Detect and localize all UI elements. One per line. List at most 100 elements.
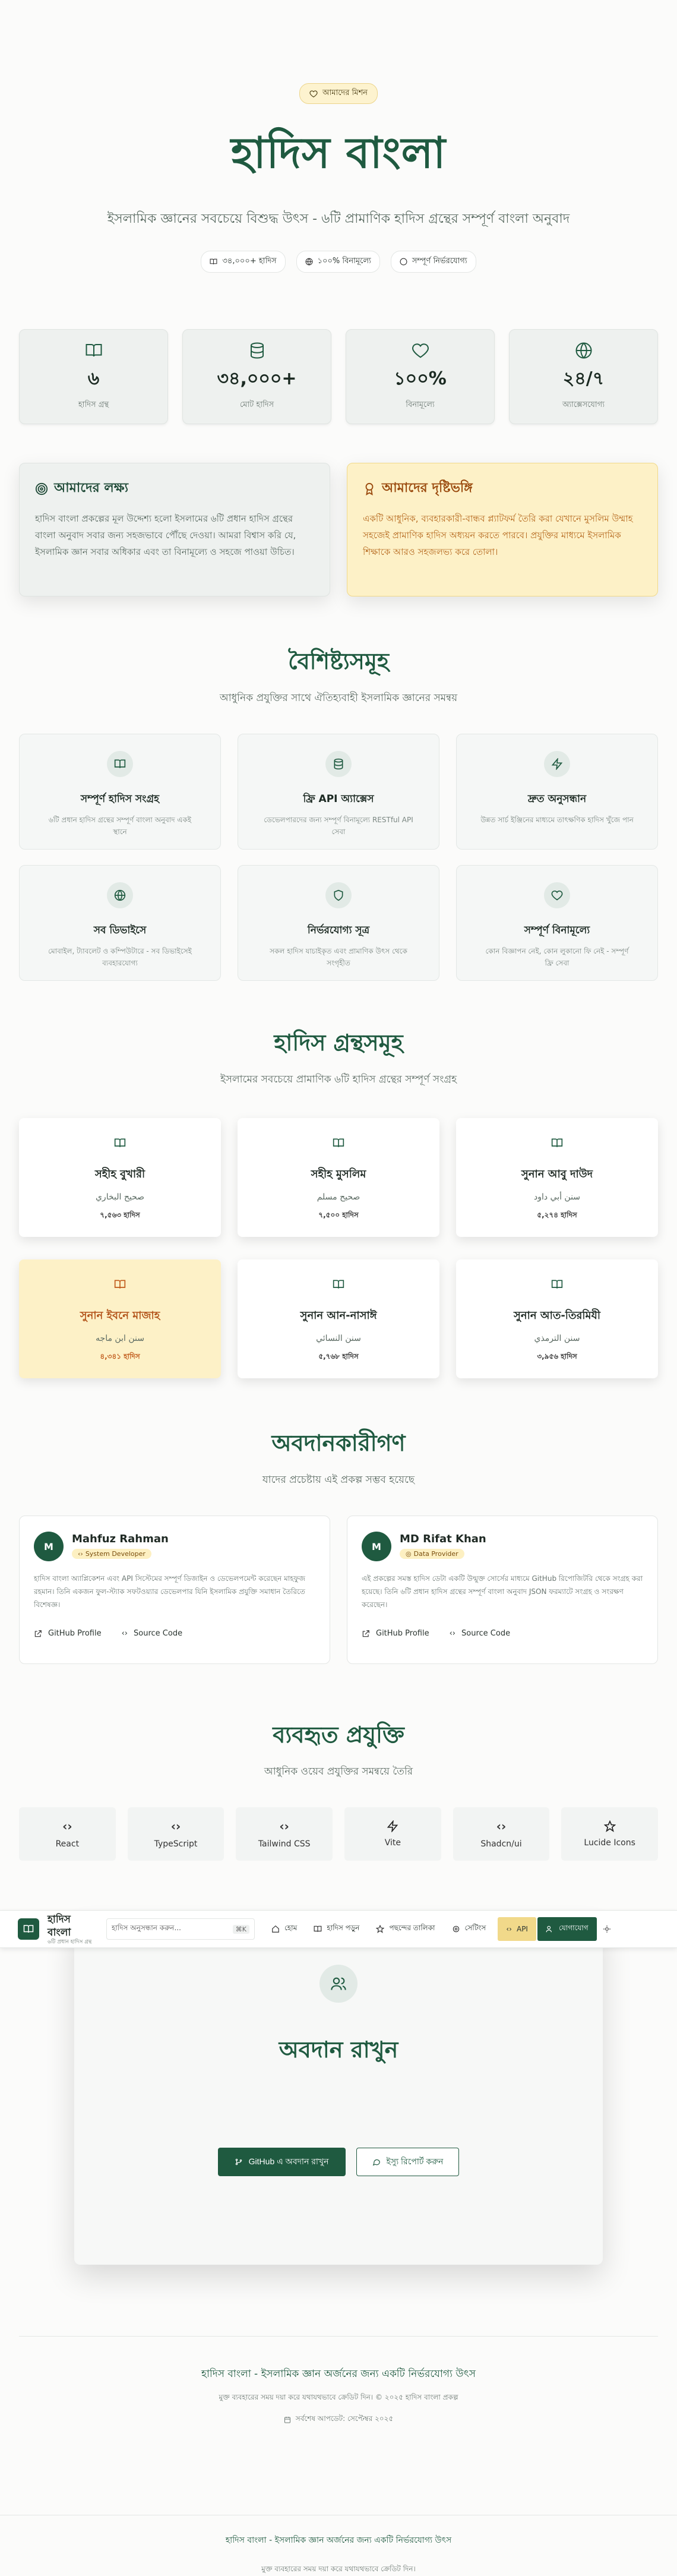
globe-icon — [114, 889, 126, 901]
collection-card-nasai[interactable]: সুনান আন-নাসাঈ سنن النسائي ৫,৭৬৮ হাদিস — [238, 1259, 439, 1378]
collections-section: হাদিস গ্রন্থসমূহ ইসলামের সবচেয়ে প্রামাণ… — [0, 1025, 677, 1378]
nav-favorites[interactable]: পছন্দের তালিকা — [368, 1917, 443, 1941]
stat-label: বিনামূল্যে — [406, 400, 435, 409]
home-icon — [272, 1925, 279, 1933]
collection-name: সহীহ মুসলিম — [311, 1168, 366, 1180]
feature-desc: উন্নত সার্চ ইঞ্জিনের মাধ্যমে তাৎক্ষণিক হ… — [480, 816, 634, 824]
feature-card: সব ডিভাইসে মোবাইল, ট্যাবলেট ও কম্পিউটারে… — [19, 865, 221, 981]
nav-settings[interactable]: সেটিংস — [444, 1917, 495, 1941]
collection-count: ৭,৫০০ হাদিস — [318, 1211, 359, 1219]
feature-card: দ্রুত অনুসন্ধান উন্নত সার্চ ইঞ্জিনের মাধ… — [456, 734, 658, 850]
mission-badge-label: আমাদের মিশন — [322, 89, 368, 97]
feature-title: সম্পূর্ণ হাদিস সংগ্রহ — [80, 793, 160, 805]
tech-item: Lucide Icons — [561, 1807, 658, 1861]
tech-item: Vite — [344, 1807, 441, 1861]
brand-subtitle: ৬টি প্রধান হাদিস গ্রন্থ — [48, 1939, 92, 1945]
nav-api[interactable]: ‹› API — [498, 1917, 536, 1941]
tech-item: ‹› TypeScript — [127, 1807, 224, 1861]
stat-value: ৬ — [87, 368, 100, 389]
site-footer: হাদিস বাংলা - ইসলামিক জ্ঞান অর্জনের জন্য… — [0, 2515, 677, 2576]
heart-icon — [551, 890, 563, 901]
collection-count: ৫,২৭৪ হাদিস — [537, 1211, 577, 1219]
mission-vision-section: আমাদের লক্ষ্য হাদিস বাংলা প্রকল্পের মূল … — [19, 463, 658, 596]
brand[interactable]: হাদিস বাংলা ৬টি প্রধান হাদিস গ্রন্থ — [48, 1913, 92, 1946]
github-contribute-button[interactable]: GitHub এ অবদান রাখুন — [217, 2148, 346, 2176]
lightning-icon — [387, 1820, 398, 1832]
collection-card-abudawud[interactable]: সুনান আবু দাউদ سنن أبي داود ৫,২৭৪ হাদিস — [456, 1118, 658, 1237]
collections-subtitle: ইসলামের সবচেয়ে প্রামাণিক ৬টি হাদিস গ্রন… — [220, 1074, 457, 1085]
collection-card-muslim[interactable]: সহীহ মুসলিম صحيح مسلم ৭,৫০০ হাদিস — [238, 1118, 439, 1237]
book-icon — [314, 1925, 322, 1932]
collection-card-tirmidhi[interactable]: সুনান আত-তিরমিযী سنن الترمذي ৩,৯৫৬ হাদিস — [456, 1259, 658, 1378]
feature-desc: ডেভেলপারদের জন্য সম্পূর্ণ বিনামূল্যে RES… — [264, 816, 413, 836]
lightning-icon — [551, 758, 563, 770]
circle-check-icon — [400, 258, 407, 266]
role-badge: ◎ Data Provider — [400, 1549, 464, 1559]
collection-name: সুনান আবু দাউদ — [521, 1168, 593, 1180]
collection-count: ৫,৭৬৮ হাদিস — [318, 1352, 359, 1360]
brand-title: হাদিস বাংলা — [48, 1913, 71, 1939]
book-icon — [551, 1138, 563, 1147]
code-icon: ‹› — [279, 1819, 289, 1833]
tech-title: ব্যবহৃত প্রযুক্তি — [273, 1721, 404, 1748]
feature-card: সম্পূর্ণ হাদিস সংগ্রহ ৬টি প্রধান হাদিস গ… — [19, 734, 221, 850]
page-title: হাদিস বাংলা — [230, 127, 447, 178]
feature-desc: মোবাইল, ট্যাবলেট ও কম্পিউটারে - সব ডিভাই… — [48, 947, 192, 967]
tech-item: ‹› Tailwind CSS — [236, 1807, 333, 1861]
collection-arabic: سنن النسائي — [316, 1334, 361, 1343]
award-icon — [365, 482, 374, 495]
feature-title: ফ্রি API অ্যাক্সেস — [303, 793, 374, 805]
features-subtitle: আধুনিক প্রযুক্তির সাথে ঐতিহ্যবাহী ইসলামি… — [219, 692, 458, 704]
collection-arabic: سنن الترمذي — [534, 1334, 580, 1343]
mission-badge: আমাদের মিশন — [299, 83, 378, 104]
code-icon: ‹› — [121, 1629, 128, 1638]
gear-icon — [453, 1925, 459, 1933]
footer-credit: মুক্ত ব্যবহারের সময় দয়া করে যথাযথভাবে … — [219, 2393, 458, 2401]
feature-title: সব ডিভাইসে — [93, 924, 147, 936]
mission-card: আমাদের লক্ষ্য হাদিস বাংলা প্রকল্পের মূল … — [19, 463, 330, 596]
logo[interactable] — [18, 1918, 39, 1940]
github-profile-link[interactable]: GitHub Profile — [34, 1629, 102, 1638]
stat-label: মোট হাদিস — [239, 400, 274, 409]
stat-card: ৬ হাদিস গ্রন্থ — [19, 329, 168, 424]
book-icon — [23, 1925, 34, 1933]
star-icon — [376, 1925, 385, 1933]
users-icon — [546, 1925, 552, 1933]
collection-arabic: سنن أبي داود — [533, 1192, 581, 1202]
tech-subtitle: আধুনিক ওয়েব প্রযুক্তির সমন্বয়ে তৈরি — [264, 1766, 413, 1778]
book-icon — [86, 344, 102, 357]
contribute-title: অবদান রাখুন — [279, 2036, 398, 2063]
stat-card: ২৪/৭ অ্যাক্সেসযোগ্য — [509, 329, 658, 424]
feature-desc: কোন বিজ্ঞাপন নেই, কোন লুকানো ফি নেই - সম… — [485, 947, 629, 967]
feature-desc: ৬টি প্রধান হাদিস গ্রন্থের সম্পূর্ণ বাংলা… — [48, 816, 192, 836]
nav-read-hadith[interactable]: হাদিস পড়ুন — [305, 1917, 368, 1941]
collection-name: সুনান আন-নাসাঈ — [300, 1309, 377, 1322]
shortcut-hint: ⌘K — [232, 1924, 249, 1934]
site-footer-credit: মুক্ত ব্যবহারের সময় দয়া করে যথাযথভাবে … — [261, 2565, 416, 2573]
stat-value: ২৪/৭ — [562, 368, 605, 389]
nav-contact[interactable]: যোগাযোগ — [537, 1917, 597, 1941]
collection-name: সহীহ বুখারী — [94, 1168, 145, 1180]
heart-icon — [412, 343, 429, 358]
nav-home[interactable]: হোম — [263, 1917, 305, 1941]
database-icon — [334, 758, 343, 770]
globe-icon — [575, 342, 591, 359]
feature-title: দ্রুত অনুসন্ধান — [527, 793, 587, 805]
stat-value: ১০০% — [394, 368, 447, 389]
search-input[interactable]: হাদিস অনুসন্ধান করুন... ⌘K — [106, 1918, 255, 1940]
hero-subtitle: ইসলামিক জ্ঞানের সবচেয়ে বিশুদ্ধ উৎস - ৬ট… — [107, 211, 570, 226]
contributors-subtitle: যাদের প্রচেষ্টায় এই প্রকল্প সম্ভব হয়েছ… — [262, 1474, 415, 1486]
collection-card-ibnmajah[interactable]: সুনান ইবনে মাজাহ سنن ابن ماجه ৪,৩৪১ হাদি… — [19, 1259, 221, 1378]
sun-icon[interactable] — [603, 1925, 611, 1933]
source-code-link[interactable]: ‹› Source Code — [450, 1629, 510, 1638]
feature-card: ফ্রি API অ্যাক্সেস ডেভেলপারদের জন্য সম্প… — [238, 734, 439, 850]
contributor-name: Mahfuz Rahman — [72, 1533, 169, 1545]
star-icon — [603, 1820, 616, 1832]
report-issue-button[interactable]: ইস্যু রিপোর্ট করুন — [356, 2148, 460, 2176]
collection-name: সুনান ইবনে মাজাহ — [80, 1309, 160, 1322]
source-code-link[interactable]: ‹› Source Code — [122, 1629, 182, 1638]
code-icon: ‹› — [449, 1629, 456, 1638]
collection-card-bukhari[interactable]: সহীহ বুখারী صحيح البخاري ৭,৫৬৩ হাদিস — [19, 1118, 221, 1237]
code-icon: ‹› — [506, 1925, 512, 1933]
github-profile-link[interactable]: GitHub Profile — [362, 1629, 429, 1638]
